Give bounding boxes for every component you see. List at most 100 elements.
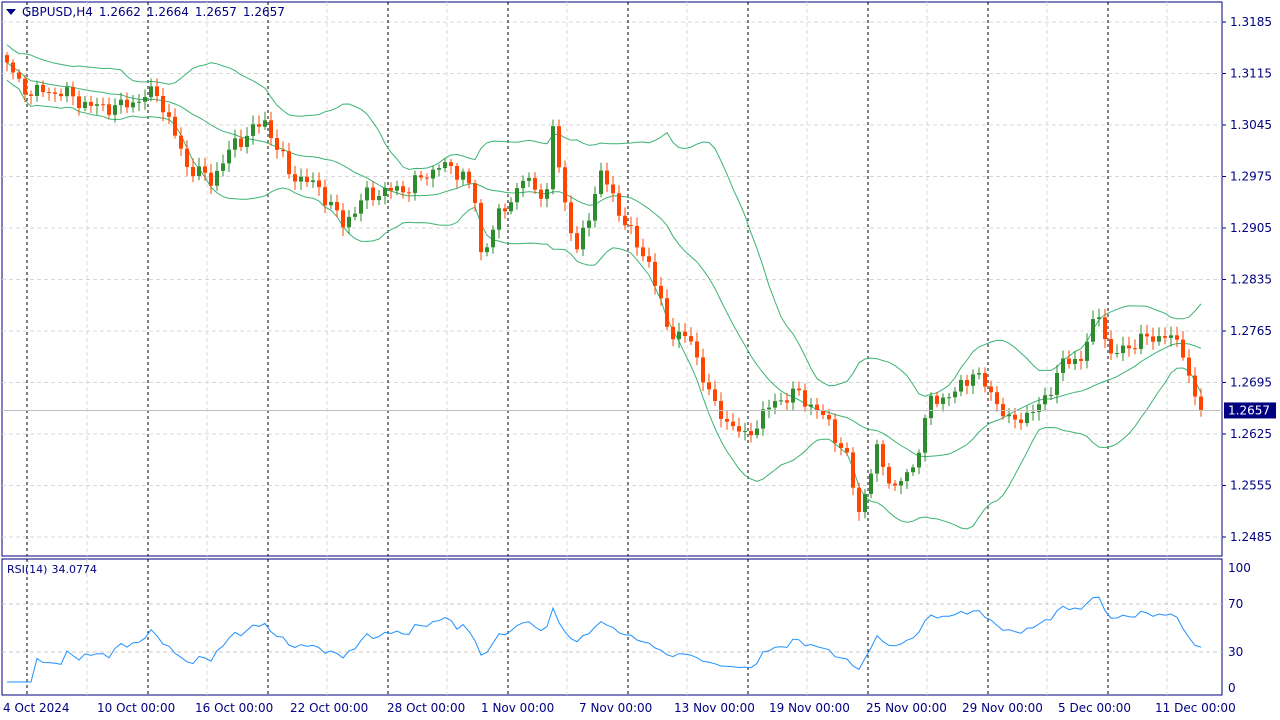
high-price: 1.2664 <box>146 5 189 19</box>
candle-body <box>839 443 843 448</box>
candle-body <box>995 392 999 405</box>
candle-body <box>1127 345 1131 349</box>
candle-body <box>479 202 483 253</box>
candle-body <box>161 96 165 113</box>
candle-body <box>971 374 975 386</box>
candle-body <box>605 170 609 185</box>
candle-body <box>227 149 231 164</box>
candle-body <box>131 102 135 108</box>
candle-body <box>239 138 243 147</box>
candle-body <box>491 229 495 248</box>
candle-body <box>263 120 267 127</box>
candle-body <box>203 166 207 173</box>
candle-body <box>749 431 753 436</box>
candle-body <box>869 473 873 494</box>
candle-body <box>395 186 399 191</box>
candle-body <box>185 148 189 167</box>
candle-body <box>545 189 549 199</box>
candle-body <box>1187 357 1191 376</box>
candle-body <box>923 418 927 453</box>
candle-body <box>725 418 729 422</box>
candle-body <box>755 428 759 436</box>
candle-body <box>629 225 633 227</box>
x-tick-label: 25 Nov 00:00 <box>866 701 947 715</box>
candle-body <box>413 175 417 194</box>
candle-body <box>311 180 315 183</box>
rsi-level-label: 100 <box>1228 561 1251 575</box>
candle-body <box>851 452 855 488</box>
chart-header: GBPUSD,H4 1.2662 1.2664 1.2657 1.2657 <box>6 5 285 19</box>
y-tick-label: 1.3115 <box>1230 67 1272 81</box>
candle-body <box>911 467 915 473</box>
candle-body <box>29 94 33 96</box>
candle-body <box>1175 335 1179 340</box>
candle-body <box>41 84 45 93</box>
candle-body <box>1151 336 1155 342</box>
x-tick-label: 5 Dec 00:00 <box>1058 701 1131 715</box>
y-tick-label: 1.2555 <box>1230 479 1272 493</box>
current-price-label: 1.2657 <box>1228 403 1270 417</box>
candle-body <box>485 247 489 253</box>
x-tick-label: 16 Oct 00:00 <box>195 701 273 715</box>
candle-body <box>683 331 687 337</box>
candle-body <box>977 373 981 375</box>
candle-body <box>929 395 933 419</box>
candle-body <box>791 388 795 403</box>
y-tick-label: 1.2485 <box>1230 530 1272 544</box>
x-tick-label: 22 Oct 00:00 <box>290 701 368 715</box>
candle-body <box>1139 333 1143 349</box>
candle-body <box>671 326 675 340</box>
candle-body <box>677 331 681 340</box>
candle-body <box>905 472 909 482</box>
candle-body <box>503 208 507 212</box>
x-tick-label: 7 Nov 00:00 <box>579 701 652 715</box>
candle-body <box>371 187 375 201</box>
candle-body <box>443 162 447 169</box>
candle-body <box>947 397 951 399</box>
y-tick-label: 1.2695 <box>1230 376 1272 390</box>
candle-body <box>245 135 249 147</box>
candle-body <box>647 256 651 262</box>
candle-body <box>365 187 369 201</box>
candle-body <box>515 188 519 203</box>
candle-body <box>275 138 279 150</box>
y-tick-label: 1.3185 <box>1230 15 1272 29</box>
candle-body <box>1019 419 1023 424</box>
candle-body <box>1193 375 1197 397</box>
candle-body <box>941 397 945 405</box>
candle-body <box>1079 358 1083 361</box>
candle-body <box>917 452 921 468</box>
candle-body <box>389 187 393 191</box>
candle-body <box>89 101 93 106</box>
y-tick-label: 1.2905 <box>1230 221 1272 235</box>
candle-body <box>989 386 993 393</box>
candle-body <box>1145 333 1149 337</box>
candle-body <box>731 421 735 427</box>
candle-body <box>83 101 87 109</box>
candle-body <box>155 86 159 97</box>
candle-body <box>1013 414 1017 420</box>
candle-body <box>557 126 561 168</box>
candle-body <box>1091 319 1095 342</box>
dropdown-triangle-icon[interactable] <box>6 9 16 15</box>
candle-body <box>179 135 183 149</box>
candle-body <box>215 170 219 186</box>
candle-body <box>1073 358 1077 365</box>
candle-body <box>299 176 303 182</box>
price-chart[interactable]: 1.3185 1.3115 1.3045 1.2975 1.2905 1.2835 1.27… <box>0 0 1280 720</box>
candle-body <box>65 87 69 97</box>
candle-body <box>641 247 645 257</box>
candle-body <box>197 166 201 176</box>
candle-body <box>35 84 39 96</box>
rsi-level-label: 30 <box>1228 645 1243 659</box>
symbol-label: GBPUSD,H4 <box>22 5 93 19</box>
candle-body <box>401 186 405 193</box>
candle-body <box>407 192 411 194</box>
rsi-header: RSI(14) 34.0774 <box>7 563 97 576</box>
candle-body <box>815 404 819 411</box>
candle-body <box>1031 411 1035 413</box>
candle-body <box>113 105 117 115</box>
candle-body <box>785 400 789 403</box>
candle-body <box>845 447 849 453</box>
close-price: 1.2657 <box>242 5 285 19</box>
